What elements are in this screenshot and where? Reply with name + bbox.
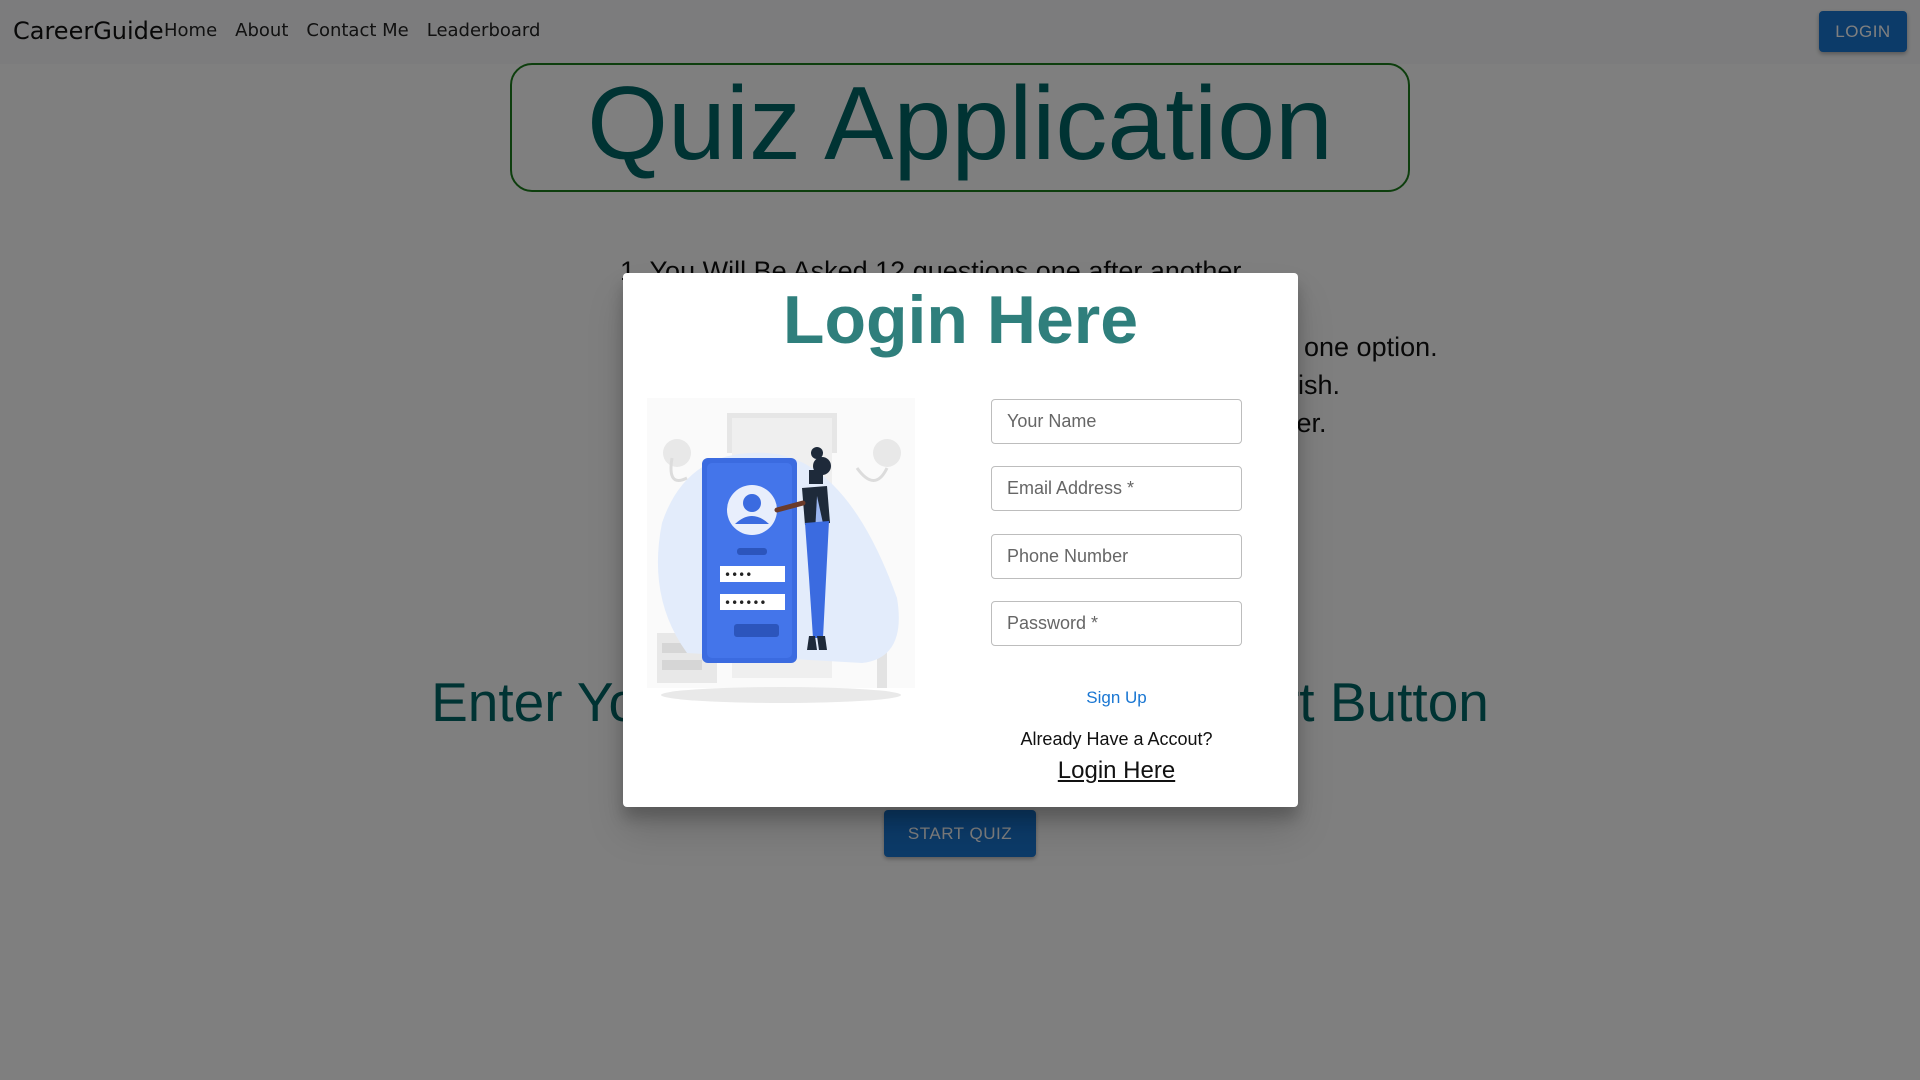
password-field[interactable] xyxy=(991,601,1242,646)
login-modal: Login Here •••• •••••• Your Name Email A… xyxy=(623,273,1298,807)
svg-text:••••: •••• xyxy=(724,568,752,582)
email-field[interactable] xyxy=(991,466,1242,511)
phone-field[interactable] xyxy=(991,534,1242,579)
modal-title: Login Here xyxy=(782,282,1139,358)
already-have-account-text: Already Have a Accout? xyxy=(1020,729,1213,749)
name-field[interactable] xyxy=(991,399,1242,444)
login-here-link[interactable]: Login Here xyxy=(991,757,1242,785)
sign-up-button[interactable]: Sign Up xyxy=(991,687,1242,709)
login-illustration-icon: •••• •••••• xyxy=(647,398,915,703)
svg-text:••••••: •••••• xyxy=(724,596,766,610)
